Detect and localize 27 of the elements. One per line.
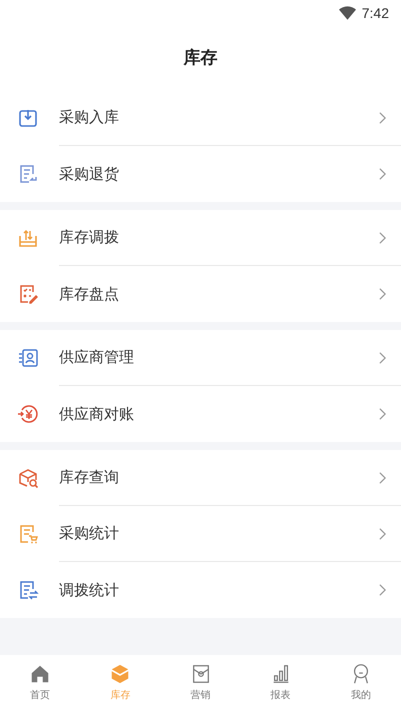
menu-item[interactable]: 库存查询 <box>59 450 401 506</box>
menu-item[interactable]: 采购入库 <box>59 90 401 146</box>
menu-item[interactable]: 供应商管理 <box>59 330 401 386</box>
chevron-right-icon <box>378 350 387 364</box>
chevron-right-icon <box>378 470 387 484</box>
menu-item[interactable]: 采购统计 <box>59 506 401 562</box>
chevron-right-icon <box>378 110 387 124</box>
box-icon <box>109 663 132 685</box>
home-icon <box>29 663 52 685</box>
menu-item[interactable]: 库存调拨 <box>59 210 401 266</box>
menu-item[interactable]: 采购退货 <box>59 146 401 202</box>
tab-item[interactable]: 报表 <box>240 655 321 710</box>
chevron-right-icon <box>378 167 387 181</box>
tab-item[interactable]: 我的 <box>320 655 401 710</box>
chevron-right-icon <box>378 526 387 540</box>
page-title: 库存 <box>182 47 218 70</box>
menu-item[interactable]: 供应商对账 <box>59 386 401 442</box>
menu-item[interactable]: 库存盘点 <box>59 266 401 322</box>
status-time: 7:42 <box>362 4 389 20</box>
chevron-right-icon <box>378 230 387 244</box>
wifi-icon <box>338 6 356 20</box>
tab-item[interactable]: 首页 <box>0 655 80 710</box>
menu-item[interactable]: 调拨统计 <box>59 562 401 618</box>
chevron-right-icon <box>378 407 387 421</box>
tab-item[interactable]: 营销 <box>160 655 241 710</box>
chevron-right-icon <box>378 583 387 597</box>
chevron-right-icon <box>378 287 387 301</box>
